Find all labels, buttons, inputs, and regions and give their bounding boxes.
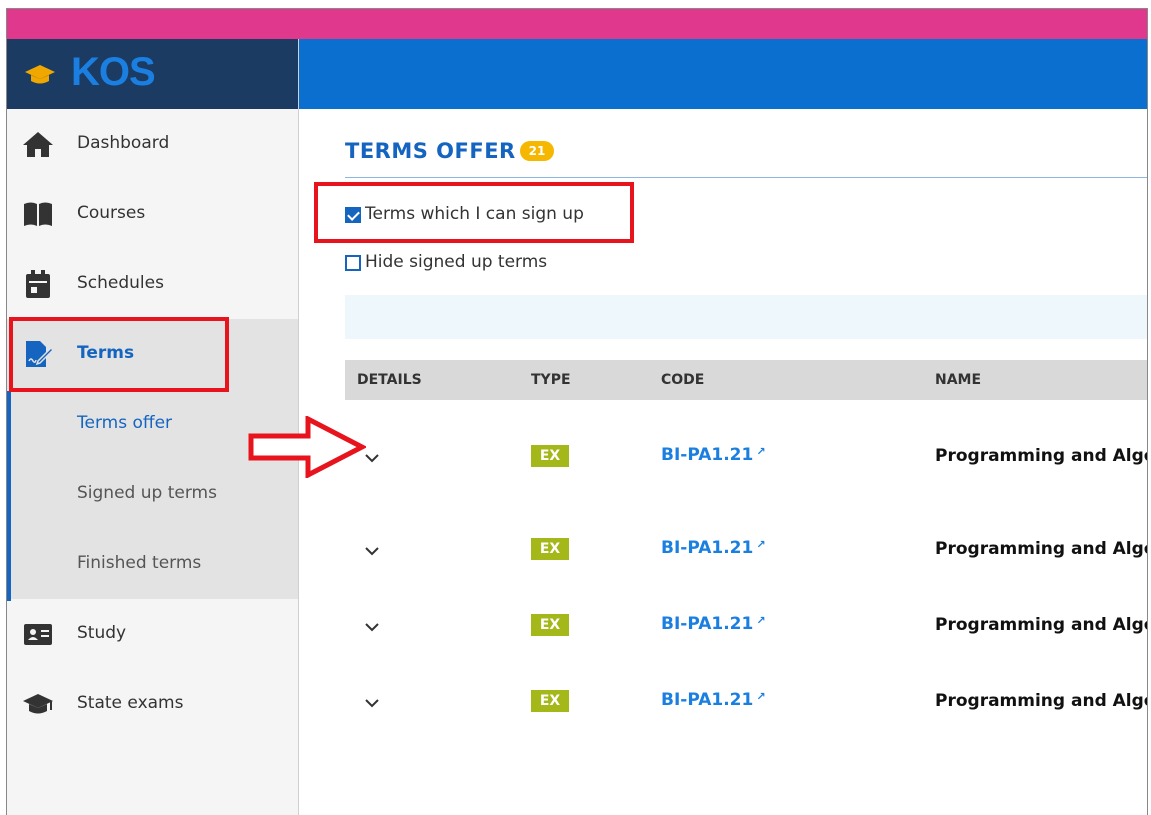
- course-name: Programming and Algo: [935, 691, 1148, 711]
- sidebar-item-label: Courses: [77, 203, 146, 223]
- chevron-down-icon[interactable]: [365, 620, 379, 634]
- sidebar-subitem-label: Terms offer: [77, 413, 173, 433]
- filter-label: Hide signed up terms: [365, 252, 548, 272]
- highlight-box-filter: [314, 182, 634, 243]
- type-badge: EX: [531, 538, 569, 560]
- sidebar-item-schedules[interactable]: Schedules: [7, 249, 298, 319]
- column-header-type: TYPE: [531, 372, 571, 388]
- id-card-icon: [24, 624, 52, 645]
- chevron-down-icon[interactable]: [365, 544, 379, 558]
- course-name: Programming and Algo: [935, 615, 1148, 635]
- submenu-indicator: [7, 391, 11, 601]
- sidebar-item-label: Dashboard: [77, 133, 170, 153]
- calendar-icon: [26, 270, 50, 298]
- page-title: TERMS OFFER: [345, 139, 516, 163]
- logo-text: KOS: [71, 50, 156, 94]
- sidebar-subitem-finished-terms[interactable]: Finished terms: [7, 529, 298, 599]
- external-link-icon: ↗: [756, 690, 766, 703]
- highlight-box-terms: [9, 317, 229, 392]
- graduation-cap-icon: [23, 694, 53, 714]
- chevron-down-icon[interactable]: [365, 696, 379, 710]
- count-badge: 21: [520, 141, 554, 161]
- logo[interactable]: KOS: [7, 39, 298, 109]
- course-code-link[interactable]: BI-PA1.21 ↗: [661, 538, 766, 558]
- table-row: EX BI-PA1.21 ↗ Programming and Algo: [345, 509, 1148, 585]
- filter-hide-signed-up[interactable]: Hide signed up terms: [345, 252, 547, 272]
- filter-bar: [345, 295, 1147, 339]
- book-icon: [24, 202, 52, 226]
- external-link-icon: ↗: [756, 445, 766, 458]
- course-name: Programming and Algo: [935, 446, 1148, 466]
- external-link-icon: ↗: [756, 538, 766, 551]
- title-divider: [345, 177, 1147, 178]
- app-window: KOS Dashboard Courses Schedules Terms Te…: [6, 8, 1148, 815]
- sidebar-item-label: Schedules: [77, 273, 164, 293]
- table-row: EX BI-PA1.21 ↗ Programming and Algo: [345, 585, 1148, 661]
- course-code-link[interactable]: BI-PA1.21 ↗: [661, 614, 766, 634]
- top-accent-bar: [7, 9, 1147, 39]
- table-row: EX BI-PA1.21 ↗ Programming and Algo: [345, 416, 1148, 492]
- external-link-icon: ↗: [756, 614, 766, 627]
- table-header: DETAILS TYPE CODE NAME: [345, 360, 1147, 400]
- type-badge: EX: [531, 614, 569, 636]
- sidebar-item-study[interactable]: Study: [7, 599, 298, 669]
- type-badge: EX: [531, 445, 569, 467]
- sidebar-item-label: Study: [77, 623, 127, 643]
- table-row: EX BI-PA1.21 ↗ Programming and Algo: [345, 661, 1148, 737]
- sidebar-subitem-label: Signed up terms: [77, 483, 217, 503]
- column-header-details: DETAILS: [357, 372, 422, 388]
- course-name: Programming and Algo: [935, 539, 1148, 559]
- column-header-code: CODE: [661, 372, 705, 388]
- course-code-link[interactable]: BI-PA1.21 ↗: [661, 445, 766, 465]
- home-icon: [23, 132, 53, 157]
- checkbox-unchecked[interactable]: [345, 255, 361, 271]
- arrow-right-icon: [248, 416, 366, 478]
- column-header-name: NAME: [935, 372, 982, 388]
- sidebar-subitem-label: Finished terms: [77, 553, 202, 573]
- sidebar-item-dashboard[interactable]: Dashboard: [7, 109, 298, 179]
- top-header-bar: [299, 39, 1147, 109]
- graduation-cap-icon: [25, 65, 55, 84]
- sidebar-item-courses[interactable]: Courses: [7, 179, 298, 249]
- type-badge: EX: [531, 690, 569, 712]
- sidebar-item-state-exams[interactable]: State exams: [7, 669, 298, 739]
- sidebar-item-label: State exams: [77, 693, 184, 713]
- course-code-link[interactable]: BI-PA1.21 ↗: [661, 690, 766, 710]
- chevron-down-icon[interactable]: [365, 451, 379, 465]
